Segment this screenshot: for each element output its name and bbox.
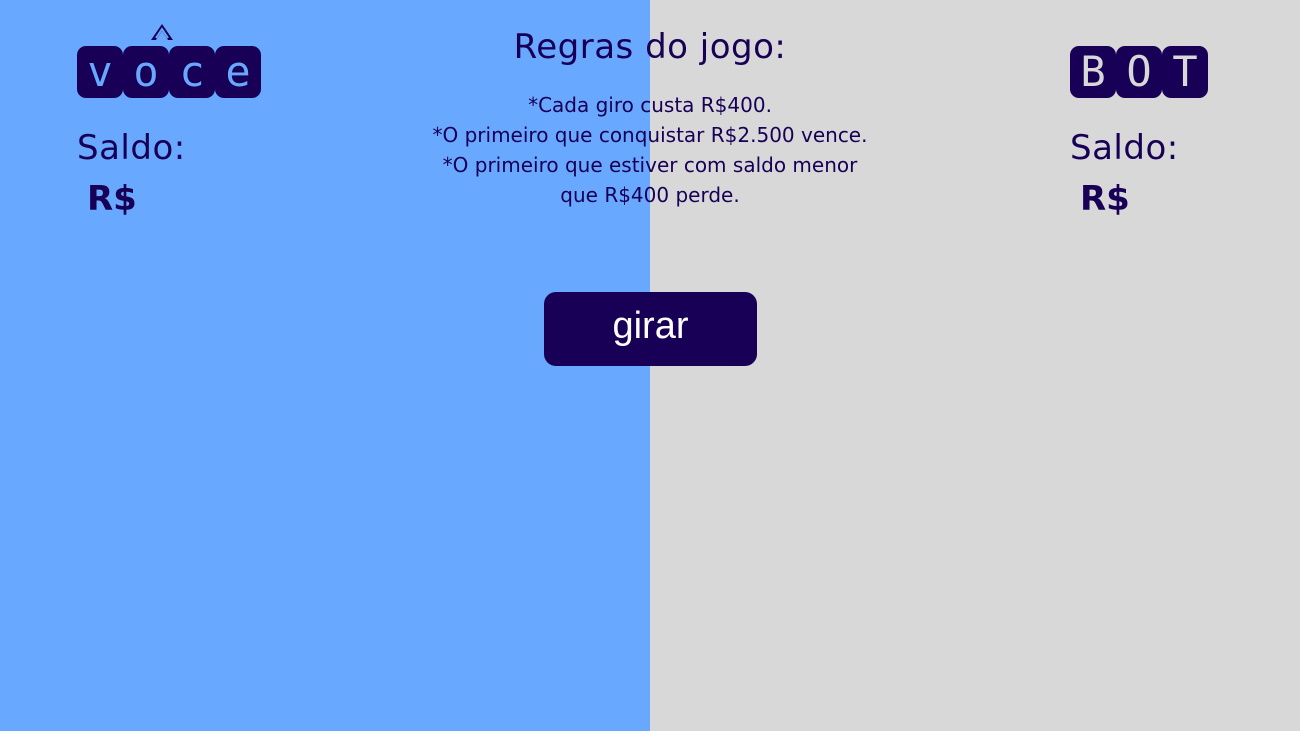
rules-title: Regras do jogo:	[513, 27, 787, 67]
player-balance-value: R$	[87, 179, 137, 219]
spin-button[interactable]: girar	[544, 292, 757, 366]
rules-list: *Cada giro custa R$400. *O primeiro que …	[390, 90, 910, 210]
player-balance-label: Saldo:	[77, 128, 186, 168]
rule-line: *Cada giro custa R$400.	[528, 93, 772, 117]
rule-line: que R$400 perde.	[560, 183, 740, 207]
bot-balance-value: R$	[1080, 179, 1130, 219]
bot-balance-label: Saldo:	[1070, 128, 1179, 168]
game-screen: v o c e Saldo: R$ B O T Saldo: R$ Regras…	[0, 0, 1300, 731]
rule-line: *O primeiro que conquistar R$2.500 vence…	[432, 123, 868, 147]
rule-line: *O primeiro que estiver com saldo menor	[442, 153, 858, 177]
